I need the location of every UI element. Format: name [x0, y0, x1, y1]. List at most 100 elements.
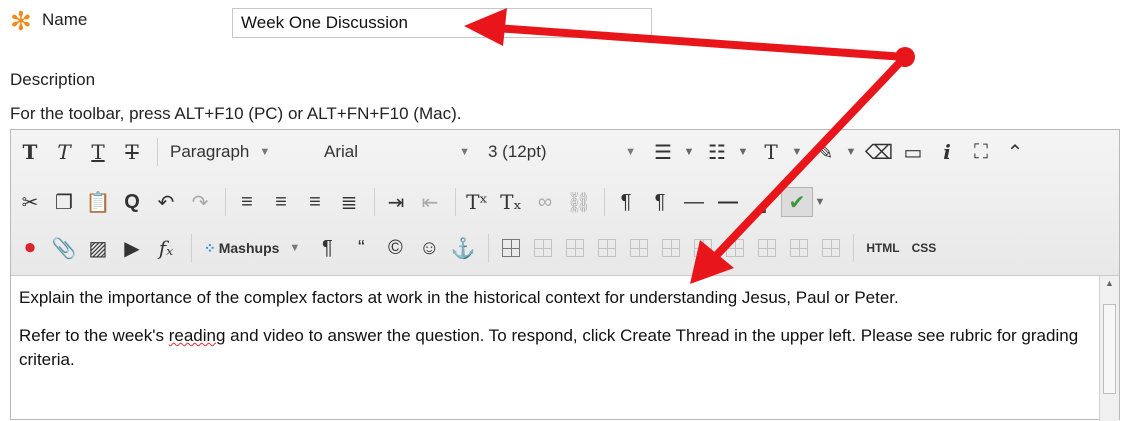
info-icon[interactable]: i — [932, 137, 962, 167]
content-paragraph-2: Refer to the week's reading and video to… — [19, 324, 1091, 372]
table-properties-icon[interactable] — [534, 239, 553, 257]
cut-icon[interactable]: ✂ — [15, 187, 45, 217]
text-color-icon[interactable]: T — [756, 137, 786, 167]
anchor-icon[interactable]: ⚓ — [448, 233, 478, 263]
row-properties-icon[interactable] — [566, 239, 585, 257]
chevron-down-icon[interactable]: ▼ — [790, 146, 804, 158]
chevron-down-icon[interactable]: ▼ — [736, 146, 750, 158]
align-justify-icon[interactable]: ≣ — [334, 187, 364, 217]
font-family-value: Arial — [324, 142, 359, 161]
content-text: Refer to the week's — [19, 326, 169, 345]
delete-column-icon[interactable] — [758, 239, 777, 257]
insert-column-icon[interactable] — [726, 239, 745, 257]
chevron-down-icon[interactable]: ▼ — [682, 146, 696, 158]
insert-media-icon[interactable]: ▶ — [117, 233, 147, 263]
delete-row-icon[interactable] — [694, 239, 713, 257]
font-size-select[interactable]: 3 (12pt) ▼ — [482, 137, 642, 167]
toolbar-divider — [374, 188, 375, 216]
blockquote-icon[interactable]: “ — [346, 233, 376, 263]
toolbar-row-1: T T T T Paragraph ▼ Arial ▼ 3 (12pt) ▼ ☰… — [15, 132, 1034, 172]
name-label: Name — [42, 10, 88, 29]
preview-icon[interactable]: ▭ — [898, 137, 928, 167]
horizontal-rule-icon[interactable]: — — [679, 187, 709, 217]
description-label: Description — [10, 70, 96, 89]
font-family-select[interactable]: Arial ▼ — [318, 137, 476, 167]
align-left-icon[interactable]: ≡ — [232, 187, 262, 217]
merge-cells-icon[interactable] — [790, 239, 809, 257]
insert-row-after-icon[interactable] — [662, 239, 681, 257]
split-cells-icon[interactable] — [822, 239, 841, 257]
scrollbar-thumb[interactable] — [1103, 304, 1116, 394]
rich-text-editor: T T T T Paragraph ▼ Arial ▼ 3 (12pt) ▼ ☰… — [10, 129, 1120, 421]
toolbar-divider — [853, 234, 855, 262]
unlink-icon[interactable]: ⛓ — [564, 187, 594, 217]
chevron-down-icon: ▼ — [259, 146, 271, 158]
collapse-toolbar-icon[interactable]: ⌃ — [1000, 137, 1030, 167]
thick-rule-icon[interactable]: — — [713, 187, 743, 217]
toolbar-divider — [604, 188, 605, 216]
link-icon[interactable]: ∞ — [530, 187, 560, 217]
paragraph-mark-icon[interactable]: ¶ — [312, 233, 342, 263]
emoticon-icon[interactable]: ☺ — [414, 233, 444, 263]
chevron-down-icon: ▼ — [289, 242, 301, 254]
eraser-icon[interactable]: ⌫ — [864, 137, 894, 167]
editor-toolbar: T T T T Paragraph ▼ Arial ▼ 3 (12pt) ▼ ☰… — [11, 130, 1119, 276]
rtl-icon[interactable]: ¶ — [645, 187, 675, 217]
toolbar-hint: For the toolbar, press ALT+F10 (PC) or A… — [10, 104, 462, 123]
ltr-icon[interactable]: ¶ — [611, 187, 641, 217]
superscript-icon[interactable]: Tˣ — [462, 187, 492, 217]
nonbreaking-space-icon[interactable]: ⎵ — [747, 187, 777, 217]
copyright-icon[interactable]: © — [380, 233, 410, 263]
undo-icon[interactable]: ↶ — [151, 187, 181, 217]
indent-icon[interactable]: ⇥ — [381, 187, 411, 217]
redo-icon[interactable]: ↷ — [185, 187, 215, 217]
bullet-list-icon[interactable]: ☰ — [648, 137, 678, 167]
toolbar-divider — [488, 234, 490, 262]
css-code-button[interactable]: CSS — [912, 241, 937, 255]
mashups-label: Mashups — [218, 240, 280, 256]
paragraph-format-select[interactable]: Paragraph ▼ — [164, 137, 312, 167]
html-code-button[interactable]: HTML — [866, 241, 899, 255]
scroll-up-icon[interactable]: ▲ — [1100, 278, 1119, 288]
subscript-icon[interactable]: Tₓ — [496, 187, 526, 217]
find-icon[interactable]: Q — [117, 187, 147, 217]
toolbar-divider — [455, 188, 456, 216]
spellcheck-icon[interactable]: ✔ — [781, 187, 813, 217]
cell-properties-icon[interactable] — [598, 239, 617, 257]
math-formula-icon[interactable]: fₓ — [151, 233, 181, 263]
align-center-icon[interactable]: ≡ — [266, 187, 296, 217]
chevron-down-icon: ▼ — [459, 146, 470, 158]
name-input[interactable]: Week One Discussion — [232, 8, 652, 38]
mashups-icon: ⁘ — [204, 239, 216, 256]
record-icon[interactable]: ⏺ — [15, 233, 45, 263]
editor-content-area[interactable]: Explain the importance of the complex fa… — [11, 276, 1099, 421]
editor-scrollbar[interactable]: ▲ — [1099, 276, 1119, 421]
fullscreen-icon[interactable]: ⛶ — [966, 137, 996, 167]
annotation-dot — [895, 47, 915, 67]
mashups-select[interactable]: ⁘ Mashups ▼ — [198, 233, 306, 263]
underline-icon[interactable]: T — [83, 137, 113, 167]
toolbar-row-3: ⏺ 📎 ▨ ▶ fₓ ⁘ Mashups ▼ ¶ “ © ☺ ⚓ HTML CS… — [15, 228, 942, 268]
toolbar-divider — [225, 188, 226, 216]
insert-image-icon[interactable]: ▨ — [83, 233, 113, 263]
toolbar-divider — [157, 138, 158, 166]
misspelled-word: reading — [168, 326, 226, 345]
required-field-icon: ✻ — [10, 6, 32, 36]
outdent-icon[interactable]: ⇤ — [415, 187, 445, 217]
toolbar-divider — [191, 234, 192, 262]
copy-icon[interactable]: ❐ — [49, 187, 79, 217]
strikethrough-icon[interactable]: T — [117, 137, 147, 167]
numbered-list-icon[interactable]: ☷ — [702, 137, 732, 167]
attach-file-icon[interactable]: 📎 — [49, 233, 79, 263]
align-right-icon[interactable]: ≡ — [300, 187, 330, 217]
font-size-value: 3 (12pt) — [488, 142, 547, 161]
paste-icon[interactable]: 📋 — [83, 187, 113, 217]
bold-icon[interactable]: T — [15, 137, 45, 167]
highlight-icon[interactable]: ✎ — [810, 137, 840, 167]
insert-table-icon[interactable] — [502, 239, 521, 257]
chevron-down-icon[interactable]: ▼ — [813, 196, 827, 208]
italic-icon[interactable]: T — [49, 137, 79, 167]
chevron-down-icon[interactable]: ▼ — [844, 146, 858, 158]
insert-row-before-icon[interactable] — [630, 239, 649, 257]
content-paragraph-1: Explain the importance of the complex fa… — [19, 288, 899, 307]
